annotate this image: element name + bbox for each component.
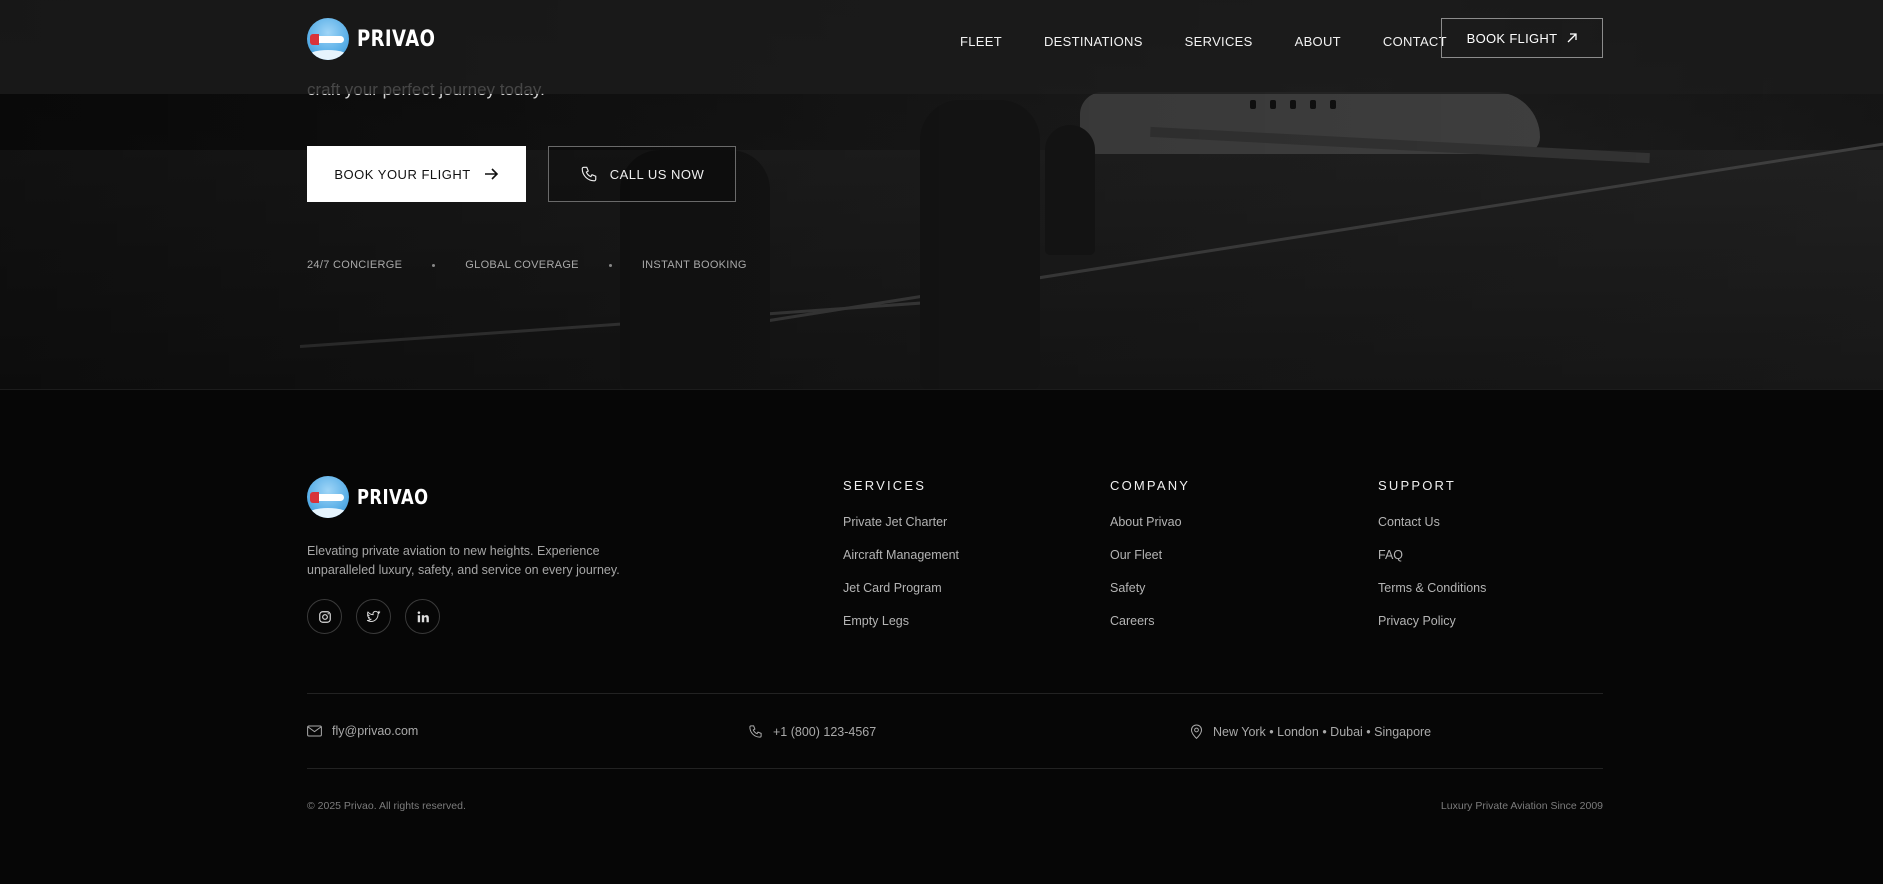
logo-icon [307, 476, 349, 518]
nav-link-destinations[interactable]: DESTINATIONS [1044, 34, 1143, 49]
book-flight-button[interactable]: BOOK FLIGHT [1441, 18, 1603, 58]
contact-locations: New York • London • Dubai • Singapore [1190, 724, 1431, 739]
footer-link[interactable]: Aircraft Management [843, 548, 959, 581]
footer-link[interactable]: Safety [1110, 581, 1190, 614]
locations-text: New York • London • Dubai • Singapore [1213, 724, 1432, 739]
footer-link[interactable]: Contact Us [1378, 515, 1486, 548]
arrow-right-icon [484, 168, 498, 180]
hero-features: 24/7 CONCIERGE GLOBAL COVERAGE INSTANT B… [307, 259, 747, 271]
copyright: © 2025 Privao. All rights reserved. [307, 800, 466, 812]
twitter-icon [366, 610, 381, 622]
footer-link[interactable]: Jet Card Program [843, 581, 959, 614]
footer-link[interactable]: Empty Legs [843, 614, 959, 647]
footer-divider [307, 768, 1603, 769]
footer-column-support: SUPPORT Contact Us FAQ Terms & Condition… [1378, 478, 1486, 647]
footer-link[interactable]: FAQ [1378, 548, 1486, 581]
linkedin-link[interactable] [405, 599, 440, 634]
footer-tagline: Elevating private aviation to new height… [307, 544, 620, 577]
footer-column-title: SERVICES [843, 478, 927, 493]
linkedin-icon [417, 610, 429, 622]
footer-brand-name: PRIVAO [357, 485, 429, 509]
book-your-flight-label: BOOK YOUR FLIGHT [334, 166, 471, 182]
nav-links: FLEET DESTINATIONS SERVICES ABOUT CONTAC… [960, 34, 1447, 49]
footer-column-company: COMPANY About Privao Our Fleet Safety Ca… [1110, 478, 1190, 647]
instagram-link[interactable] [307, 599, 342, 634]
call-us-now-button[interactable]: CALL US NOW [548, 146, 736, 202]
separator-dot [608, 263, 612, 267]
footer-brand-logo[interactable]: PRIVAO [307, 476, 444, 518]
email-text: fly@privao.com [332, 724, 419, 738]
feature-coverage: GLOBAL COVERAGE [465, 259, 579, 271]
footer-link[interactable]: About Privao [1110, 515, 1190, 548]
separator-dot [432, 263, 436, 267]
phone-icon [581, 166, 597, 182]
location-pin-icon [1190, 724, 1203, 739]
social-links [307, 599, 440, 634]
nav-link-fleet[interactable]: FLEET [960, 34, 1002, 49]
book-your-flight-button[interactable]: BOOK YOUR FLIGHT [307, 146, 526, 202]
footer-link[interactable]: Terms & Conditions [1378, 581, 1486, 614]
footer-link[interactable]: Privacy Policy [1378, 614, 1486, 647]
feature-booking: INSTANT BOOKING [641, 259, 747, 271]
phone-icon [749, 725, 762, 738]
twitter-link[interactable] [356, 599, 391, 634]
footer-divider [307, 693, 1603, 694]
footer-column-title: COMPANY [1110, 478, 1191, 493]
nav-link-contact[interactable]: CONTACT [1383, 34, 1447, 49]
footer-link[interactable]: Careers [1110, 614, 1190, 647]
logo-icon [307, 18, 349, 60]
brand-logo[interactable]: PRIVAO [307, 18, 453, 60]
since-text: Luxury Private Aviation Since 2009 [1440, 800, 1603, 812]
footer-link[interactable]: Private Jet Charter [843, 515, 959, 548]
footer-link[interactable]: Our Fleet [1110, 548, 1190, 581]
brand-name: PRIVAO [357, 26, 436, 52]
footer-column-services: SERVICES Private Jet Charter Aircraft Ma… [843, 478, 959, 647]
phone-text: +1 (800) 123-4567 [773, 724, 877, 739]
nav-link-about[interactable]: ABOUT [1295, 34, 1341, 49]
arrow-up-right-icon [1567, 33, 1577, 43]
top-navigation: PRIVAO FLEET DESTINATIONS SERVICES ABOUT… [0, 0, 1883, 94]
feature-concierge: 24/7 CONCIERGE [307, 259, 403, 271]
mail-icon [307, 725, 322, 737]
contact-phone[interactable]: +1 (800) 123-4567 [748, 724, 876, 739]
instagram-icon [318, 610, 331, 623]
contact-email[interactable]: fly@privao.com [307, 724, 418, 738]
call-us-now-label: CALL US NOW [609, 166, 705, 182]
footer-column-title: SUPPORT [1378, 478, 1457, 493]
book-flight-label: BOOK FLIGHT [1466, 30, 1558, 46]
nav-link-services[interactable]: SERVICES [1185, 34, 1253, 49]
